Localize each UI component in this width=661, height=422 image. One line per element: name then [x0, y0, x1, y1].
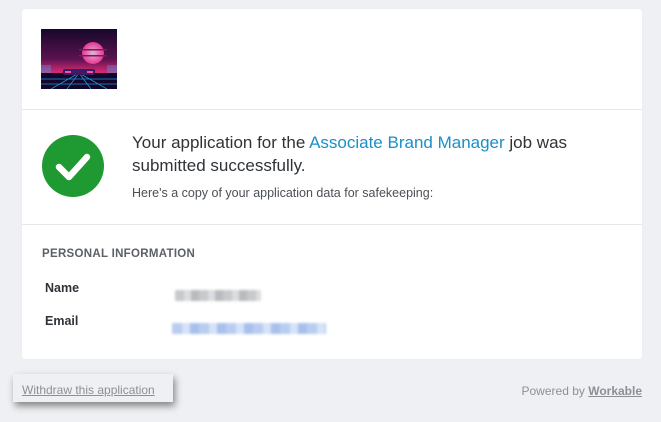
withdraw-application-link[interactable]: Withdraw this application [22, 383, 155, 397]
message-prefix: Your application for the [132, 133, 310, 152]
application-confirmation-card: Your application for the Associate Brand… [22, 9, 642, 359]
job-title-link[interactable]: Associate Brand Manager [309, 133, 505, 152]
company-logo [41, 29, 117, 89]
company-logo-section [22, 9, 642, 110]
email-label: Email [45, 314, 79, 328]
workable-link[interactable]: Workable [588, 384, 642, 398]
personal-info-section: PERSONAL INFORMATION Name Email [22, 225, 642, 360]
check-circle-icon [42, 135, 104, 197]
name-value-redacted [175, 290, 261, 301]
email-value-redacted [172, 323, 326, 334]
success-message: Your application for the Associate Brand… [132, 131, 627, 177]
powered-by: Powered by Workable [522, 384, 643, 398]
withdraw-button-container: Withdraw this application [13, 374, 173, 402]
success-section: Your application for the Associate Brand… [22, 110, 642, 225]
powered-by-prefix: Powered by [521, 384, 589, 398]
section-title: PERSONAL INFORMATION [42, 248, 196, 260]
safekeeping-note: Here's a copy of your application data f… [132, 186, 434, 200]
name-label: Name [45, 281, 80, 295]
